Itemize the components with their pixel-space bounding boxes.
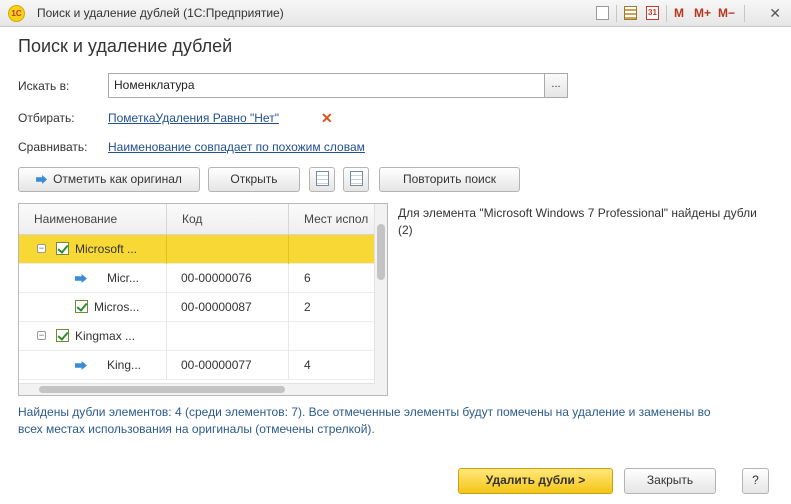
favorite-icon[interactable] xyxy=(596,6,609,20)
clear-filter-icon[interactable]: ✕ xyxy=(321,110,333,127)
open-button[interactable]: Открыть xyxy=(208,167,300,192)
row-code: 00-00000087 xyxy=(181,300,252,314)
filter-label: Отбирать: xyxy=(18,111,75,125)
search-in-label: Искать в: xyxy=(18,79,70,93)
memory-m-button[interactable]: M xyxy=(674,6,684,21)
column-separator xyxy=(166,293,167,322)
collapse-toggle-icon[interactable]: − xyxy=(37,244,46,253)
checkbox[interactable] xyxy=(56,329,69,342)
table-row[interactable]: Micr... 00-00000076 6 xyxy=(19,264,375,293)
table-row[interactable]: − Kingmax ... xyxy=(19,322,375,351)
row-places: 6 xyxy=(304,271,311,285)
toolbar-separator xyxy=(616,5,617,22)
row-name: Micr... xyxy=(107,271,139,285)
column-separator xyxy=(288,322,289,351)
expand-tree-icon xyxy=(315,171,329,186)
row-name: Micros... xyxy=(94,300,140,314)
repeat-search-button[interactable]: Повторить поиск xyxy=(379,167,520,192)
vertical-scroll-thumb[interactable] xyxy=(377,224,385,280)
toolbar-separator xyxy=(666,5,667,22)
checkbox[interactable] xyxy=(75,300,88,313)
duplicates-info-text: Для элемента "Microsoft Windows 7 Profes… xyxy=(398,206,757,237)
table-row[interactable]: King... 00-00000077 4 xyxy=(19,351,375,380)
page-title: Поиск и удаление дублей xyxy=(18,36,233,56)
calendar-icon[interactable]: 31 xyxy=(646,6,659,20)
row-name: Microsoft ... xyxy=(75,242,138,256)
duplicates-table[interactable]: Наименование Код Мест испол − Microsoft … xyxy=(18,203,388,396)
row-code: 00-00000077 xyxy=(181,358,252,372)
column-separator xyxy=(288,351,289,380)
column-separator xyxy=(288,293,289,322)
expand-all-button[interactable] xyxy=(309,167,335,192)
toolbar-separator xyxy=(744,5,745,22)
filter-link[interactable]: ПометкаУдаления Равно "Нет" xyxy=(108,111,279,125)
table-row[interactable]: − Microsoft ... xyxy=(19,235,375,264)
collapse-toggle-icon[interactable]: − xyxy=(37,331,46,340)
compare-label: Сравнивать: xyxy=(18,140,88,154)
column-header-name[interactable]: Наименование xyxy=(19,204,166,235)
horizontal-scrollbar[interactable] xyxy=(19,383,375,395)
original-arrow-icon xyxy=(75,274,87,283)
search-in-select-button[interactable]: ... xyxy=(544,73,568,98)
close-window-icon[interactable]: ✕ xyxy=(769,5,781,22)
calculator-icon[interactable] xyxy=(624,6,637,20)
collapse-all-button[interactable] xyxy=(343,167,369,192)
app-logo-icon: 1С xyxy=(8,5,25,22)
column-separator xyxy=(166,235,167,264)
memory-m-plus-button[interactable]: M+ xyxy=(694,6,711,21)
search-in-input[interactable]: Номенклатура xyxy=(108,73,545,98)
collapse-tree-icon xyxy=(349,171,363,186)
window-title: Поиск и удаление дублей (1С:Предприятие) xyxy=(37,6,284,20)
memory-m-minus-button[interactable]: M− xyxy=(718,6,735,21)
column-separator xyxy=(166,351,167,380)
vertical-scrollbar[interactable] xyxy=(374,204,387,395)
table-row[interactable]: Micros... 00-00000087 2 xyxy=(19,293,375,322)
window-titlebar: 1С Поиск и удаление дублей (1С:Предприят… xyxy=(0,0,791,27)
row-name: King... xyxy=(107,358,142,372)
table-header: Наименование Код Мест испол xyxy=(19,204,375,235)
row-places: 2 xyxy=(304,300,311,314)
delete-duplicates-button[interactable]: Удалить дубли > xyxy=(458,468,613,494)
row-code: 00-00000076 xyxy=(181,271,252,285)
column-separator xyxy=(288,264,289,293)
mark-original-button[interactable]: Отметить как оригинал xyxy=(18,167,200,192)
column-separator xyxy=(288,235,289,264)
status-message: Найдены дубли элементов: 4 (среди элемен… xyxy=(18,405,711,436)
arrow-right-icon xyxy=(36,175,48,184)
help-button[interactable]: ? xyxy=(742,468,769,494)
horizontal-scroll-thumb[interactable] xyxy=(39,386,285,393)
column-separator xyxy=(166,322,167,351)
mark-original-label: Отметить как оригинал xyxy=(53,172,182,186)
close-button[interactable]: Закрыть xyxy=(624,468,716,494)
row-name: Kingmax ... xyxy=(75,329,136,343)
checkbox[interactable] xyxy=(56,242,69,255)
column-header-places[interactable]: Мест испол xyxy=(288,204,375,235)
original-arrow-icon xyxy=(75,361,87,370)
compare-link[interactable]: Наименование совпадает по похожим словам xyxy=(108,140,365,154)
column-header-code[interactable]: Код xyxy=(166,204,288,235)
column-separator xyxy=(166,264,167,293)
row-places: 4 xyxy=(304,358,311,372)
